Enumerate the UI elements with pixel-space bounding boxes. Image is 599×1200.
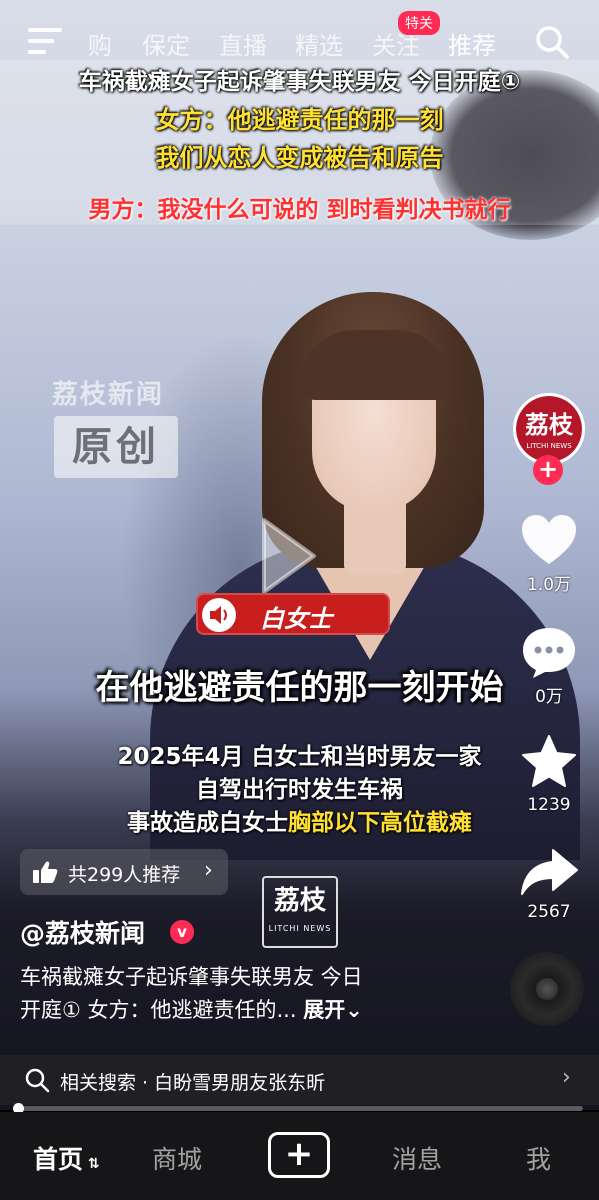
person-bangs (300, 330, 450, 400)
avatar-subtext: LITCHI NEWS (526, 442, 572, 450)
center-logo-text: 荔枝 (273, 886, 326, 916)
video-headline: 车祸截瘫女子起诉肇事失联男友 今日开庭① (78, 69, 521, 95)
female-quote-line1: 女方：他逃避责任的那一刻 (155, 106, 444, 134)
tab-shopping[interactable]: 购 (88, 26, 112, 61)
create-plus-button[interactable]: + (268, 1132, 330, 1178)
bottom-nav: 首页 ⇅ 商城 + 消息 我 (0, 1112, 599, 1200)
search-icon (25, 1068, 50, 1093)
related-search-bar[interactable]: 相关搜索 · 白盼雪男朋友张东昕 › (0, 1055, 599, 1105)
male-quote: 男方：我没什么可说的 到时看判决书就行 (88, 197, 511, 223)
nav-me[interactable]: 我 (526, 1140, 551, 1176)
tab-baoding[interactable]: 保定 (142, 26, 190, 61)
speaker-name: 白女士 (260, 605, 332, 633)
recommend-pill[interactable]: 共299人推荐 › (20, 849, 228, 895)
plus-icon: + (284, 1134, 314, 1174)
litchi-logo: 荔枝 LITCHI NEWS (262, 876, 338, 948)
expand-label: 展开 (303, 998, 346, 1022)
like-count: 1.0万 (526, 575, 572, 595)
expand-button[interactable]: 展开⌄ (303, 998, 363, 1022)
follow-button[interactable]: + (533, 455, 563, 485)
refresh-icon: ⇅ (83, 1156, 100, 1172)
search-icon[interactable] (534, 24, 570, 60)
nav-home-label: 首页 (33, 1145, 84, 1174)
center-logo-subtext: LITCHI NEWS (268, 924, 332, 933)
author-name[interactable]: @荔枝新闻 (20, 914, 145, 950)
play-icon[interactable] (258, 514, 320, 598)
tab-recommend[interactable]: 推荐 (448, 26, 496, 61)
speaker-label: 白女士 (196, 593, 390, 635)
share-arrow-icon[interactable] (519, 846, 579, 902)
watermark-original-label: 原创 (54, 416, 178, 478)
music-disc-icon[interactable] (510, 952, 584, 1026)
avatar-logo: 荔枝 (516, 396, 582, 462)
watermark-name: 荔枝新闻 (52, 380, 165, 410)
top-nav: 购 保定 直播 精选 关注 特关 推荐 (0, 11, 599, 66)
tab-featured[interactable]: 精选 (295, 26, 343, 61)
tab-live[interactable]: 直播 (219, 26, 267, 61)
speaker-icon (202, 598, 236, 632)
caption-line3-highlight: 胸部以下高位截瘫 (288, 810, 472, 836)
caption-line1: 2025年4月 白女士和当时男友一家 (117, 744, 482, 770)
video-progress-bar[interactable] (13, 1103, 583, 1114)
like-heart-icon[interactable] (519, 512, 579, 568)
chevron-right-icon: › (562, 1065, 571, 1090)
female-quote-line2: 我们从恋人变成被告和原告 (155, 144, 444, 172)
menu-icon[interactable] (28, 28, 62, 54)
nav-messages[interactable]: 消息 (392, 1140, 442, 1176)
comment-count: 0万 (535, 687, 563, 707)
recommend-text: 共299人推荐 (68, 864, 181, 886)
favorite-count: 1239 (527, 795, 571, 815)
following-badge: 特关 (398, 11, 440, 35)
related-search-text: 相关搜索 · 白盼雪男朋友张东昕 (60, 1072, 326, 1094)
favorite-star-icon[interactable] (519, 734, 579, 790)
description-line2[interactable]: 开庭① 女方：他逃避责任的... 展开⌄ (20, 994, 363, 1024)
description-line2-text: 开庭① 女方：他逃避责任的... (20, 998, 297, 1022)
comment-icon[interactable] (519, 624, 579, 680)
description-line1[interactable]: 车祸截瘫女子起诉肇事失联男友 今日 (20, 961, 363, 991)
chevron-right-icon: › (204, 858, 213, 883)
share-count: 2567 (527, 902, 571, 922)
caption-line3-prefix: 事故造成白女士 (127, 810, 288, 836)
nav-mall[interactable]: 商城 (152, 1140, 202, 1176)
nav-home[interactable]: 首页 ⇅ (33, 1140, 100, 1176)
thumbs-up-icon (33, 861, 58, 883)
verified-badge-icon: v (170, 920, 194, 944)
